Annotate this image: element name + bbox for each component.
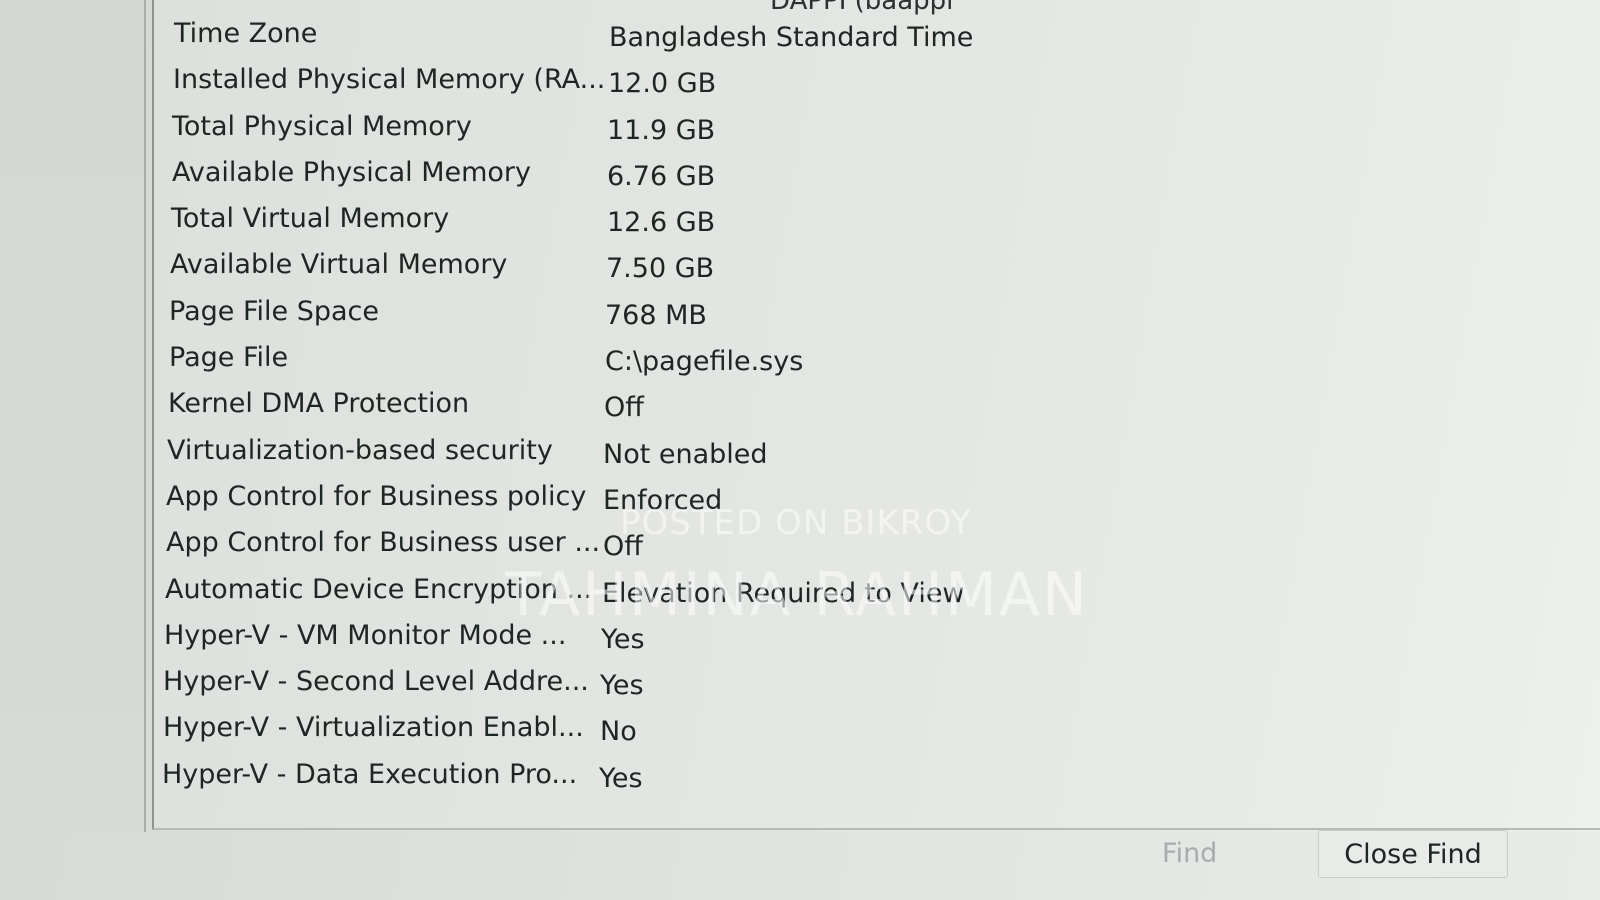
table-row[interactable]: App Control for Business user ... Off xyxy=(154,521,1600,567)
table-row[interactable]: Hyper-V - Data Execution Pro... Yes xyxy=(154,753,1600,799)
item-name-cell: Hyper-V - Second Level Addre... xyxy=(163,666,589,698)
item-name-cell: App Control for Business user ... xyxy=(166,527,601,559)
item-value-cell: C:\pagefile.sys xyxy=(605,346,804,378)
item-name-cell: Automatic Device Encryption ... xyxy=(165,573,593,605)
category-tree-pane[interactable] xyxy=(0,0,146,832)
table-row[interactable]: Available Virtual Memory 7.50 GB xyxy=(154,243,1600,289)
item-name-cell: Kernel DMA Protection xyxy=(168,388,470,420)
item-value-cell: Bangladesh Standard Time xyxy=(609,22,974,53)
table-row[interactable]: Installed Physical Memory (RA... 12.0 GB xyxy=(154,58,1600,104)
system-information-window: DAPPI (baappi Time Zone Bangladesh Standa… xyxy=(0,0,1600,900)
summary-rows: Time Zone Bangladesh Standard Time Install… xyxy=(154,12,1600,799)
item-name-cell: Hyper-V - Virtualization Enabl... xyxy=(163,712,584,744)
item-value-cell: 11.9 GB xyxy=(607,114,716,146)
table-row[interactable]: Time Zone Bangladesh Standard Time xyxy=(154,12,1600,58)
item-value-cell: Not enabled xyxy=(603,438,768,470)
item-name-cell: Page File Space xyxy=(169,295,379,327)
table-row[interactable]: Kernel DMA Protection Off xyxy=(154,382,1600,428)
item-value-cell: Yes xyxy=(601,623,645,655)
item-name-cell: Installed Physical Memory (RA... xyxy=(173,64,606,96)
item-name-cell: Time Zone xyxy=(174,18,318,49)
item-value-cell: No xyxy=(600,716,637,748)
table-row[interactable]: Page File C:\pagefile.sys xyxy=(154,336,1600,382)
item-value-cell: 12.0 GB xyxy=(608,68,717,100)
item-value-cell: Off xyxy=(604,392,644,424)
item-value-cell: 7.50 GB xyxy=(606,253,715,285)
item-name-cell: Page File xyxy=(169,342,289,374)
item-value-cell: Elevation Required to View xyxy=(602,577,965,609)
item-value-cell: 768 MB xyxy=(605,299,707,331)
item-value-cell: Yes xyxy=(600,670,644,702)
item-name-cell: Hyper-V - VM Monitor Mode ... xyxy=(164,619,567,651)
table-row[interactable]: Total Virtual Memory 12.6 GB xyxy=(154,197,1600,243)
table-row[interactable]: Virtualization-based security Not enabled xyxy=(154,429,1600,475)
table-row[interactable]: Hyper-V - VM Monitor Mode ... Yes xyxy=(154,614,1600,660)
item-name-cell: Total Physical Memory xyxy=(172,110,472,142)
item-value-cell: 6.76 GB xyxy=(607,160,716,192)
item-value-cell: Enforced xyxy=(603,484,723,516)
item-name-cell: Total Virtual Memory xyxy=(171,203,450,235)
find-button[interactable]: Find xyxy=(1162,838,1217,869)
item-name-cell: App Control for Business policy xyxy=(166,480,587,512)
close-find-button[interactable]: Close Find xyxy=(1318,830,1508,878)
item-value-cell: Off xyxy=(603,531,643,563)
table-row[interactable]: Total Physical Memory 11.9 GB xyxy=(154,105,1600,151)
table-row[interactable]: Automatic Device Encryption ... Elevation… xyxy=(154,568,1600,614)
table-row[interactable]: Available Physical Memory 6.76 GB xyxy=(154,151,1600,197)
system-summary-list[interactable]: DAPPI (baappi Time Zone Bangladesh Standa… xyxy=(152,0,1600,830)
table-row[interactable]: Hyper-V - Virtualization Enabl... No xyxy=(154,706,1600,752)
item-value-cell: Yes xyxy=(599,762,643,794)
item-value-cell: 12.6 GB xyxy=(607,207,716,239)
item-name-cell: Hyper-V - Data Execution Pro... xyxy=(162,758,578,790)
table-row[interactable]: Page File Space 768 MB xyxy=(154,290,1600,336)
item-name-cell: Available Virtual Memory xyxy=(170,249,508,281)
item-name-cell: Available Physical Memory xyxy=(172,156,532,188)
table-row[interactable]: Hyper-V - Second Level Addre... Yes xyxy=(154,660,1600,706)
table-row[interactable]: App Control for Business policy Enforced xyxy=(154,475,1600,521)
item-name-cell: Virtualization-based security xyxy=(167,434,553,466)
